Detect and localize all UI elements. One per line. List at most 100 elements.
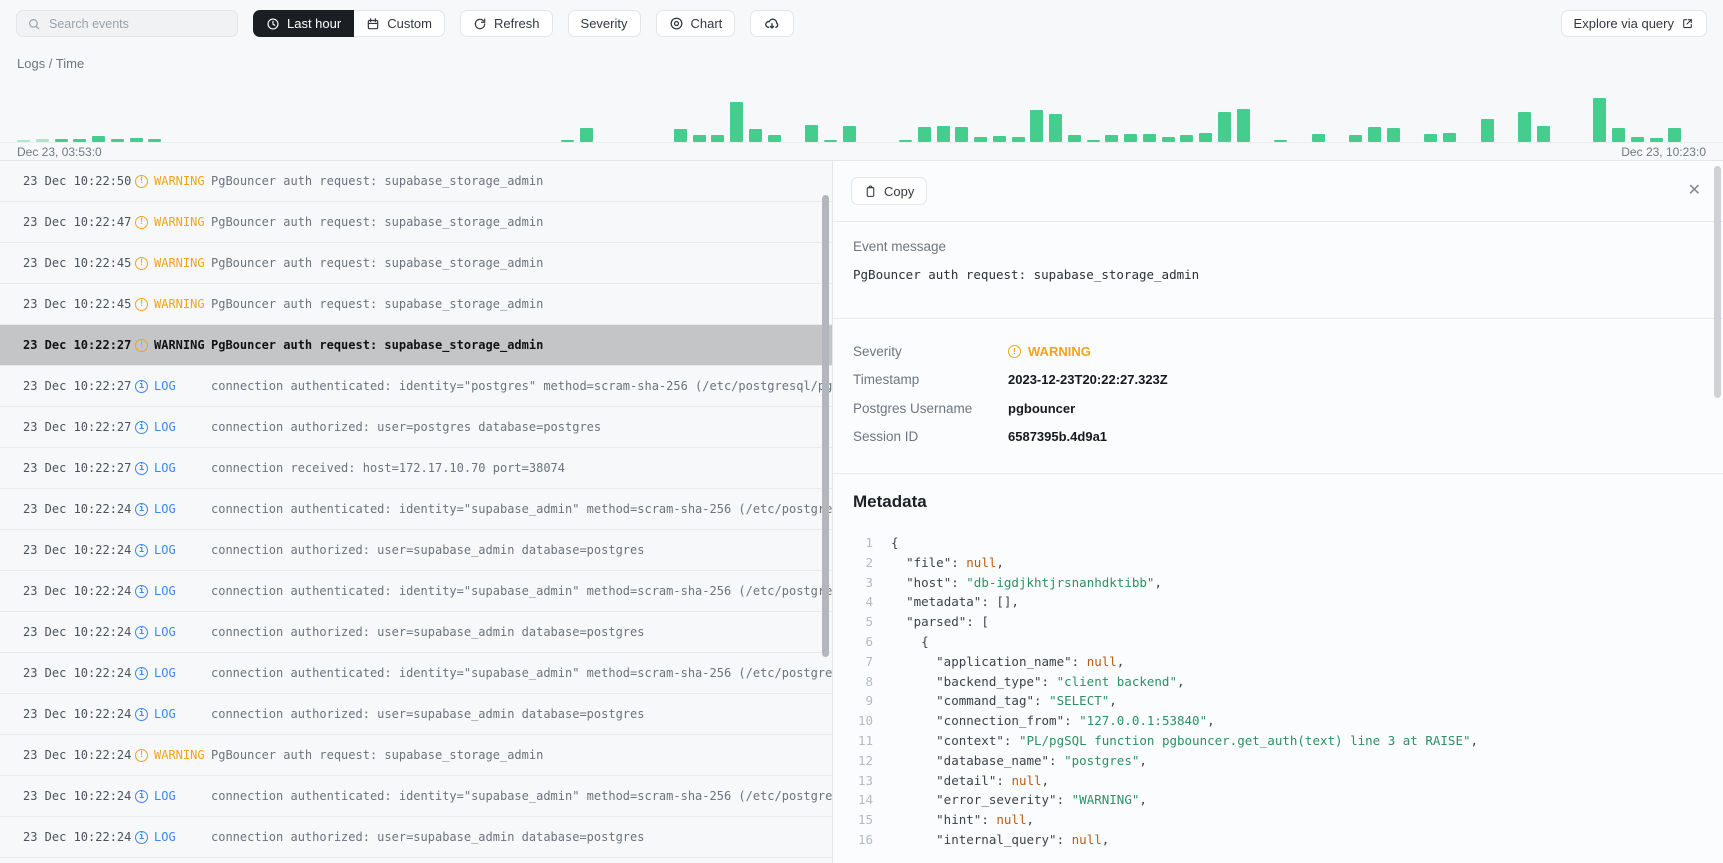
chart-bar[interactable] bbox=[1105, 135, 1119, 142]
log-row[interactable]: 23 Dec 10:22:24 i LOG connection authorized… bbox=[0, 694, 832, 735]
chart-bar-slot bbox=[1462, 82, 1481, 142]
log-row[interactable]: 23 Dec 10:22:24 i LOG connection authentica… bbox=[0, 489, 832, 530]
chart-bar-slot bbox=[430, 82, 449, 142]
log-row[interactable]: iLOG bbox=[0, 858, 832, 863]
log-row[interactable]: 23 Dec 10:22:24! WARNING PgBouncer auth re… bbox=[0, 735, 832, 776]
chart-bar[interactable] bbox=[1067, 135, 1081, 142]
log-row[interactable]: 23 Dec 10:22:24 i LOG connection authorized… bbox=[0, 530, 832, 571]
detail-row: Postgres Username pgbouncer bbox=[853, 394, 1703, 423]
log-row[interactable]: 23 Dec 10:22:47! WARNING PgBouncer auth re… bbox=[0, 202, 832, 243]
chart-bar[interactable] bbox=[936, 126, 950, 142]
custom-range-button[interactable]: Custom bbox=[354, 10, 445, 37]
chart-bar[interactable] bbox=[1236, 109, 1250, 142]
chart-bar-slot bbox=[599, 82, 618, 142]
chart-bar[interactable] bbox=[1368, 127, 1382, 142]
chart-bar[interactable] bbox=[1180, 135, 1194, 142]
log-row[interactable]: 23 Dec 10:22:27! WARNING PgBouncer auth re… bbox=[0, 325, 832, 366]
chart-bar[interactable] bbox=[1199, 133, 1213, 142]
code-content: { bbox=[891, 633, 929, 649]
chart-bar-slot bbox=[54, 82, 74, 142]
chart-bar-slot bbox=[1649, 82, 1669, 142]
metadata-json-viewer[interactable]: 1{2 "file": null, 3 "host": "db-igdjkhtjr… bbox=[853, 533, 1703, 850]
chart-bar[interactable] bbox=[842, 126, 856, 142]
log-timestamp: 23 Dec 10:22:24 bbox=[23, 707, 132, 721]
chart-bar-slot bbox=[298, 82, 317, 142]
chart-bar[interactable] bbox=[692, 135, 706, 142]
chart-bar-slot bbox=[336, 82, 355, 142]
log-row[interactable]: 23 Dec 10:22:27 i LOG connection authentica… bbox=[0, 366, 832, 407]
explore-via-query-button[interactable]: Explore via query bbox=[1560, 10, 1707, 37]
severity-label: LOG bbox=[154, 543, 176, 557]
log-row[interactable]: 23 Dec 10:22:24 i LOG connection authentica… bbox=[0, 776, 832, 817]
chart-bar[interactable] bbox=[1049, 114, 1063, 142]
log-row[interactable]: 23 Dec 10:22:50! WARNING PgBouncer auth re… bbox=[0, 161, 832, 202]
chart-bar[interactable] bbox=[1218, 112, 1231, 142]
chart-bar-slot bbox=[786, 82, 805, 142]
log-row[interactable]: 23 Dec 10:22:24 i LOG connection authorized… bbox=[0, 612, 832, 653]
line-number: 1 bbox=[865, 535, 873, 550]
chart-bar-slot bbox=[1293, 82, 1312, 142]
search-input-wrapper[interactable] bbox=[16, 10, 238, 37]
chart-bar-slot bbox=[1161, 82, 1181, 142]
log-row[interactable]: 23 Dec 10:22:24 i LOG connection authentica… bbox=[0, 653, 832, 694]
search-input[interactable] bbox=[49, 16, 227, 31]
log-row[interactable]: 23 Dec 10:22:45! WARNING PgBouncer auth re… bbox=[0, 243, 832, 284]
chart-bar[interactable] bbox=[673, 129, 687, 142]
chart-bar[interactable] bbox=[711, 135, 725, 142]
code-line: 9 "command_tag": "SELECT", bbox=[853, 691, 1703, 711]
chart-bar[interactable] bbox=[767, 135, 781, 142]
chart-bar[interactable] bbox=[1030, 110, 1044, 142]
chart-bar[interactable] bbox=[1668, 128, 1682, 142]
detail-scrollbar[interactable] bbox=[1714, 166, 1721, 398]
chart-bar-slot bbox=[898, 82, 918, 142]
copy-button[interactable]: Copy bbox=[851, 177, 928, 205]
log-timestamp: 23 Dec 10:22:24 bbox=[23, 502, 132, 516]
chart-bar-slot bbox=[1218, 82, 1237, 142]
log-timestamp: 23 Dec 10:22:50 bbox=[23, 174, 132, 188]
log-list-scrollbar[interactable] bbox=[822, 195, 829, 657]
chart-bar-slot bbox=[261, 82, 280, 142]
chart-bar[interactable] bbox=[917, 127, 931, 142]
log-timestamp: 23 Dec 10:22:47 bbox=[23, 215, 132, 229]
refresh-icon bbox=[474, 17, 486, 29]
log-message: connection received: host=172.17.10.70 p… bbox=[211, 461, 566, 475]
chart-bar[interactable] bbox=[955, 127, 969, 142]
download-logs-button[interactable] bbox=[750, 10, 795, 37]
chart-bar[interactable] bbox=[1612, 128, 1626, 142]
chart-bar[interactable] bbox=[730, 102, 744, 142]
chart-bar-slot bbox=[505, 82, 524, 142]
chart-bar[interactable] bbox=[1593, 98, 1607, 142]
chart-bar-slot bbox=[167, 82, 186, 142]
chart-bar[interactable] bbox=[1124, 134, 1138, 142]
chart-bar-slot bbox=[449, 82, 468, 142]
code-content: "hint": null, bbox=[936, 812, 1035, 828]
chart-bar[interactable] bbox=[1537, 126, 1551, 142]
chart-bar[interactable] bbox=[1480, 119, 1494, 142]
chart-bar-slot bbox=[1331, 82, 1350, 142]
info-icon: i bbox=[135, 707, 148, 721]
log-row[interactable]: 23 Dec 10:22:45! WARNING PgBouncer auth re… bbox=[0, 284, 832, 325]
severity-label: LOG bbox=[154, 666, 176, 680]
chart-bar[interactable] bbox=[1142, 134, 1156, 142]
chart-bar[interactable] bbox=[748, 129, 762, 142]
chart-bar[interactable] bbox=[1518, 112, 1532, 142]
chart-bar[interactable] bbox=[1443, 133, 1457, 142]
chart-bar[interactable] bbox=[1311, 134, 1325, 142]
severity-filter-button[interactable]: Severity bbox=[567, 10, 641, 37]
chart-bar[interactable] bbox=[805, 125, 819, 142]
log-row[interactable]: 23 Dec 10:22:24 i LOG connection authentica… bbox=[0, 571, 832, 612]
code-content: "file": null, bbox=[906, 554, 1004, 570]
refresh-button[interactable]: Refresh bbox=[460, 10, 553, 37]
last-hour-button[interactable]: Last hour bbox=[253, 10, 355, 37]
chart-bar[interactable] bbox=[1349, 135, 1363, 142]
chart-bar[interactable] bbox=[1424, 134, 1438, 142]
log-row[interactable]: 23 Dec 10:22:27 i LOG connection received: … bbox=[0, 448, 832, 489]
code-line: 13 "detail": null, bbox=[853, 771, 1703, 791]
log-row[interactable]: 23 Dec 10:22:24 i LOG connection authorized… bbox=[0, 817, 832, 858]
chart-bar[interactable] bbox=[1386, 128, 1400, 142]
chart-bar-slot bbox=[542, 82, 561, 142]
chart-toggle-button[interactable]: Chart bbox=[655, 10, 736, 37]
chart-bar[interactable] bbox=[579, 128, 593, 142]
close-icon[interactable]: ✕ bbox=[1684, 179, 1705, 203]
log-row[interactable]: 23 Dec 10:22:27 i LOG connection authorized… bbox=[0, 407, 832, 448]
